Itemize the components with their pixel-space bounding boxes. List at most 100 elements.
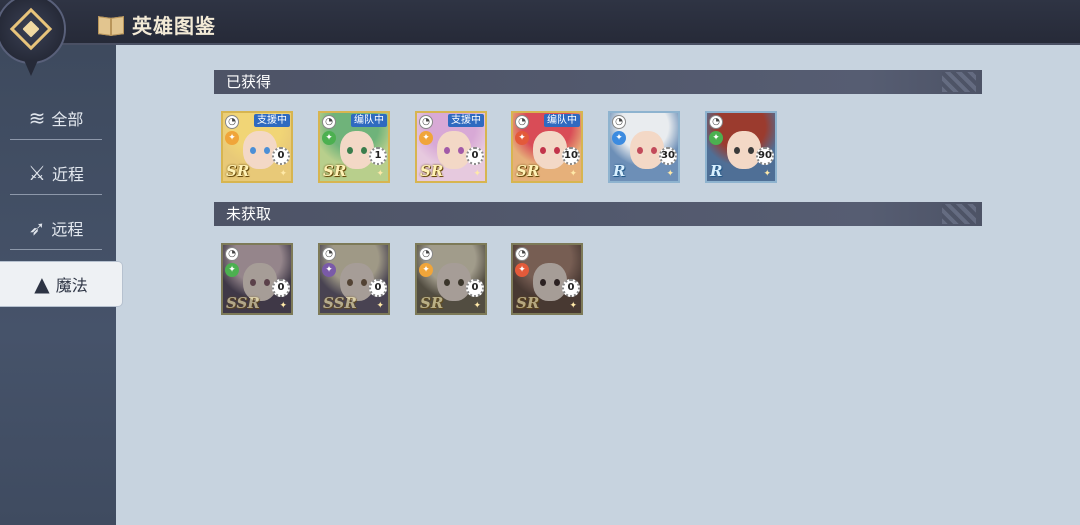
sidebar-item-label: 魔法 xyxy=(55,276,88,295)
sidebar-item-ranged[interactable]: ➶ 远程 xyxy=(10,206,102,250)
element-badge-icon: ✦ xyxy=(515,263,529,277)
divider xyxy=(10,194,102,195)
hero-shard-count: 90 xyxy=(756,147,774,165)
element-badge-icon: ✦ xyxy=(419,131,433,145)
hero-eye xyxy=(361,147,367,154)
star-icon: ✦ xyxy=(376,301,384,311)
element-badge-icon: ✦ xyxy=(322,131,336,145)
element-badge-icon: ✦ xyxy=(225,131,239,145)
witch-hat-icon: ▲ xyxy=(34,272,50,296)
section-header-locked: 未获取 xyxy=(214,202,982,226)
hero-rarity: SR xyxy=(516,162,540,180)
hero-eye xyxy=(264,279,270,286)
hero-status-tag: 编队中 xyxy=(544,114,580,127)
book-icon xyxy=(98,15,124,35)
back-button-pointer xyxy=(24,60,38,76)
hero-rarity: SSR xyxy=(226,294,260,312)
section-title: 未获取 xyxy=(226,205,272,223)
hero-eye xyxy=(540,279,546,286)
page-title: 英雄图鉴 xyxy=(132,14,216,38)
hero-eye xyxy=(540,147,546,154)
class-badge-icon: ◔ xyxy=(225,247,239,261)
hero-eye xyxy=(651,147,657,154)
sidebar-item-label: 近程 xyxy=(51,165,84,184)
hero-shard-count: 10 xyxy=(562,147,580,165)
hero-shard-count: 0 xyxy=(466,279,484,297)
hero-eye xyxy=(637,147,643,154)
element-badge-icon: ✦ xyxy=(322,263,336,277)
hero-rarity: SR xyxy=(420,162,444,180)
hero-rarity: SR xyxy=(323,162,347,180)
hero-rarity: SR xyxy=(226,162,250,180)
hero-shard-count: 0 xyxy=(272,147,290,165)
hero-eye xyxy=(458,147,464,154)
hero-shard-count: 1 xyxy=(369,147,387,165)
hero-face xyxy=(727,131,761,169)
hero-status-tag: 编队中 xyxy=(351,114,387,127)
hero-card[interactable]: ◔ ✦ 编队中 SR 1 ✦ xyxy=(318,111,390,183)
class-badge-icon: ◔ xyxy=(419,247,433,261)
hero-eye xyxy=(554,147,560,154)
star-icon: ✦ xyxy=(569,169,577,179)
star-icon: ✦ xyxy=(279,169,287,179)
hero-card[interactable]: ◔ ✦ 支援中 SR 0 ✦ xyxy=(221,111,293,183)
hero-card[interactable]: ◔ ✦ SR 0 ✦ xyxy=(511,243,583,315)
header-decoration xyxy=(942,72,976,92)
hero-eye xyxy=(734,147,740,154)
bow-icon: ➶ xyxy=(28,216,46,240)
star-icon: ✦ xyxy=(279,301,287,311)
hero-shard-count: 0 xyxy=(369,279,387,297)
class-badge-icon: ◔ xyxy=(612,115,626,129)
sword-icon: ⚔ xyxy=(28,161,46,185)
class-badge-icon: ◔ xyxy=(709,115,723,129)
hero-rarity: SSR xyxy=(323,294,357,312)
hero-card[interactable]: ◔ ✦ 编队中 SR 10 ✦ xyxy=(511,111,583,183)
title-group: 英雄图鉴 xyxy=(98,10,216,39)
hero-eye xyxy=(347,279,353,286)
class-badge-icon: ◔ xyxy=(419,115,433,129)
hero-card[interactable]: ◔ ✦ SR 0 ✦ xyxy=(415,243,487,315)
hero-rarity: R xyxy=(613,162,626,180)
element-badge-icon: ✦ xyxy=(709,131,723,145)
sidebar-item-melee[interactable]: ⚔ 近程 xyxy=(10,151,102,195)
star-icon: ✦ xyxy=(473,169,481,179)
hero-eye xyxy=(444,147,450,154)
class-badge-icon: ◔ xyxy=(515,247,529,261)
hero-status-tag: 支援中 xyxy=(448,114,484,127)
hero-shard-count: 0 xyxy=(466,147,484,165)
hero-eye xyxy=(554,279,560,286)
class-badge-icon: ◔ xyxy=(515,115,529,129)
divider xyxy=(10,249,102,250)
section-title: 已获得 xyxy=(226,73,272,91)
hero-card[interactable]: ◔ ✦ R 90 ✦ xyxy=(705,111,777,183)
hero-shard-count: 0 xyxy=(272,279,290,297)
hero-card[interactable]: ◔ ✦ R 30 ✦ xyxy=(608,111,680,183)
star-icon: ✦ xyxy=(376,169,384,179)
star-icon: ✦ xyxy=(666,169,674,179)
hero-eye xyxy=(250,147,256,154)
class-badge-icon: ◔ xyxy=(322,115,336,129)
sidebar-item-label: 全部 xyxy=(51,110,84,129)
hero-eye xyxy=(444,279,450,286)
class-badge-icon: ◔ xyxy=(322,247,336,261)
sidebar-item-magic[interactable]: ▲ 魔法 xyxy=(0,262,122,306)
hero-eye xyxy=(264,147,270,154)
hero-card[interactable]: ◔ ✦ SSR 0 ✦ xyxy=(221,243,293,315)
star-icon: ✦ xyxy=(763,169,771,179)
header-decoration xyxy=(942,204,976,224)
hero-eye xyxy=(458,279,464,286)
sidebar-item-all[interactable]: ≋ 全部 xyxy=(10,96,102,140)
hero-rarity: SR xyxy=(516,294,540,312)
hero-card[interactable]: ◔ ✦ 支援中 SR 0 ✦ xyxy=(415,111,487,183)
hero-status-tag: 支援中 xyxy=(254,114,290,127)
hero-face xyxy=(630,131,664,169)
element-badge-icon: ✦ xyxy=(515,131,529,145)
element-badge-icon: ✦ xyxy=(612,131,626,145)
hero-shard-count: 30 xyxy=(659,147,677,165)
sidebar-item-label: 远程 xyxy=(51,220,84,239)
class-badge-icon: ◔ xyxy=(225,115,239,129)
hero-eye xyxy=(347,147,353,154)
hero-card[interactable]: ◔ ✦ SSR 0 ✦ xyxy=(318,243,390,315)
star-icon: ✦ xyxy=(569,301,577,311)
hero-eye xyxy=(250,279,256,286)
